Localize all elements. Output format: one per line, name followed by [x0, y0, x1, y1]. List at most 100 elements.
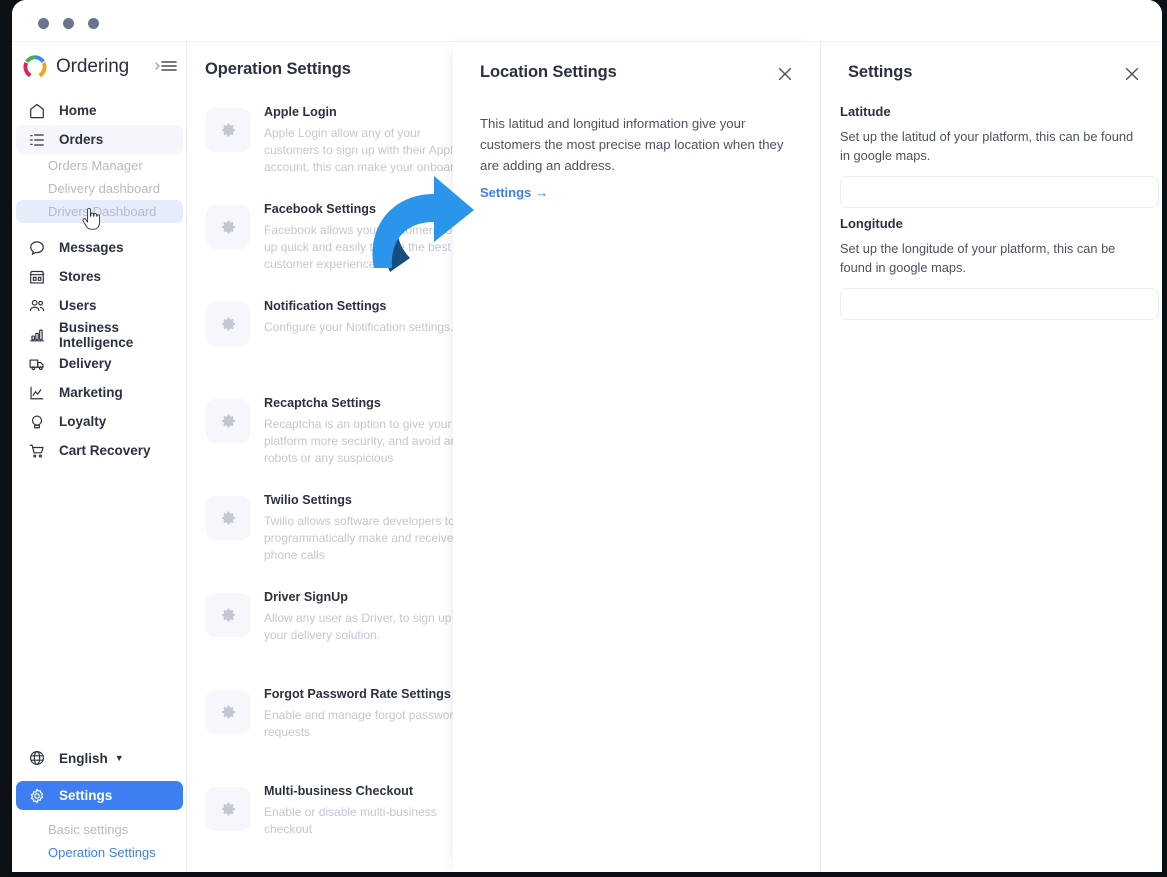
list-item-title: Forgot Password Rate Settings	[264, 687, 451, 701]
settings-detail-panel: Settings Latitude Set up the latitud of …	[820, 41, 1162, 872]
list-item-title: Apple Login	[264, 105, 337, 119]
users-icon	[27, 296, 46, 315]
list-item-desc: Configure your Notification settings.	[264, 320, 453, 334]
title-bar	[12, 0, 1162, 41]
bar-chart-icon	[27, 325, 46, 344]
subnav-label: Basic settings	[48, 822, 129, 837]
sidebar-item-cart-recovery[interactable]: Cart Recovery	[16, 436, 183, 465]
longitude-input[interactable]	[840, 288, 1159, 320]
sidebar-item-orders-manager[interactable]: Orders Manager	[16, 154, 183, 177]
list-item-text: Notification Settings Configure your Not…	[264, 293, 453, 390]
sidebar-item-basic-settings[interactable]: Basic settings	[16, 818, 183, 841]
list-item-title: Multi-business Checkout	[264, 784, 414, 798]
cart-icon	[27, 441, 46, 460]
list-icon	[27, 130, 46, 149]
sidebar-item-home[interactable]: Home	[16, 96, 183, 125]
sidebar-item-settings[interactable]: Settings	[16, 781, 183, 810]
language-label: English	[59, 750, 108, 766]
close-icon[interactable]	[1122, 64, 1142, 84]
sidebar-item-label: Cart Recovery	[59, 443, 151, 458]
sidebar-item-operation-settings[interactable]: Operation Settings	[16, 841, 183, 864]
arrow-right-icon: →	[535, 185, 549, 200]
list-item[interactable]: Apple Login Apple Login allow any of you…	[188, 99, 453, 196]
list-item[interactable]: Facebook Settings Facebook allows your c…	[188, 196, 453, 293]
sidebar-item-messages[interactable]: Messages	[16, 233, 183, 262]
page-title: Operation Settings	[205, 60, 351, 78]
latitude-input[interactable]	[840, 176, 1159, 208]
list-item[interactable]: Notification Settings Configure your Not…	[188, 293, 453, 390]
list-item[interactable]: Recaptcha Settings Recaptcha is an optio…	[188, 390, 453, 487]
window-maximize-dot[interactable]	[88, 18, 99, 29]
operation-settings-column: Operation Settings Apple Login Apple Log…	[188, 41, 453, 872]
gear-tile	[206, 205, 250, 249]
list-item-text: Facebook Settings Facebook allows your c…	[264, 196, 453, 293]
subnav-label: Orders Manager	[48, 158, 143, 173]
panel-header: Location Settings	[453, 42, 819, 94]
subnav-label: Operation Settings	[48, 845, 156, 860]
window-minimize-dot[interactable]	[63, 18, 74, 29]
panel-header: Settings	[821, 42, 1162, 94]
window-shell: Ordering Home Orders Orders Manager Deli…	[12, 0, 1162, 872]
field-label: Longitude	[840, 216, 903, 231]
list-item[interactable]: Twilio Settings Twilio allows software d…	[188, 487, 453, 584]
sidebar-item-business-intelligence[interactable]: Business Intelligence	[16, 319, 183, 350]
close-icon[interactable]	[775, 64, 795, 84]
brand-row[interactable]: Ordering	[12, 42, 187, 92]
link-label: Settings	[480, 185, 532, 200]
list-item-title: Twilio Settings	[264, 493, 352, 507]
sidebar-item-orders[interactable]: Orders	[16, 125, 183, 154]
gear-tile	[206, 496, 250, 540]
chevron-down-icon: ▼	[114, 753, 124, 763]
field-description: Set up the latitud of your platform, thi…	[840, 129, 1134, 163]
location-settings-panel: Location Settings This latitud and longi…	[453, 41, 819, 872]
window-close-dot[interactable]	[38, 18, 49, 29]
sidebar-item-label: Home	[59, 103, 97, 118]
list-item-title: Notification Settings	[264, 299, 387, 313]
sidebar-item-delivery-dashboard[interactable]: Delivery dashboard	[16, 177, 183, 200]
field-label: Latitude	[840, 104, 891, 119]
longitude-field-group: Longitude Set up the longitude of your p…	[840, 216, 1159, 320]
ordering-logo-icon	[23, 55, 47, 78]
sidebar-nav: Home Orders Orders Manager Delivery dash…	[12, 96, 187, 465]
sidebar-item-label: Delivery	[59, 356, 112, 371]
operation-settings-list: Apple Login Apple Login allow any of you…	[188, 99, 453, 872]
gear-tile	[206, 108, 250, 152]
list-item[interactable]: Driver SignUp Allow any user as Driver, …	[188, 584, 453, 681]
gear-icon	[27, 786, 46, 805]
sidebar-item-label: Messages	[59, 240, 124, 255]
language-selector[interactable]: English ▼	[16, 743, 183, 773]
list-item-desc: Enable or disable multi-business checkou…	[264, 805, 437, 836]
collapse-menu-icon[interactable]	[153, 56, 179, 76]
globe-icon	[27, 749, 46, 768]
store-icon	[27, 267, 46, 286]
list-item-desc: Apple Login allow any of your customers …	[264, 126, 453, 174]
gear-tile	[206, 302, 250, 346]
sidebar-item-marketing[interactable]: Marketing	[16, 378, 183, 407]
list-item[interactable]: Forgot Password Rate Settings Enable and…	[188, 681, 453, 778]
chat-bubble-icon	[27, 238, 46, 257]
list-item-text: Apple Login Apple Login allow any of you…	[264, 99, 453, 196]
list-item[interactable]: Multi-business Checkout Enable or disabl…	[188, 778, 453, 872]
sidebar-item-users[interactable]: Users	[16, 291, 183, 320]
sidebar-item-stores[interactable]: Stores	[16, 262, 183, 291]
location-settings-link[interactable]: Settings →	[480, 185, 548, 200]
list-item-title: Facebook Settings	[264, 202, 376, 216]
home-icon	[27, 101, 46, 120]
sidebar-item-label: Business Intelligence	[59, 319, 134, 350]
sidebar-item-delivery[interactable]: Delivery	[16, 349, 183, 378]
brand-name: Ordering	[56, 56, 130, 77]
medal-icon	[27, 412, 46, 431]
subnav-label: Drivers Dashboard	[48, 204, 157, 219]
list-item-desc: Twilio allows software developers to pro…	[264, 514, 453, 562]
gear-tile	[206, 690, 250, 734]
sidebar-item-label: Users	[59, 298, 97, 313]
sidebar-item-drivers-dashboard[interactable]: Drivers Dashboard	[16, 200, 183, 223]
sidebar-item-label: Orders	[59, 132, 104, 147]
sidebar-item-loyalty[interactable]: Loyalty	[16, 407, 183, 436]
sidebar-item-label: Loyalty	[59, 414, 107, 429]
gear-tile	[206, 399, 250, 443]
subnav-label: Delivery dashboard	[48, 181, 161, 196]
list-item-title: Driver SignUp	[264, 590, 348, 604]
truck-icon	[27, 354, 46, 373]
